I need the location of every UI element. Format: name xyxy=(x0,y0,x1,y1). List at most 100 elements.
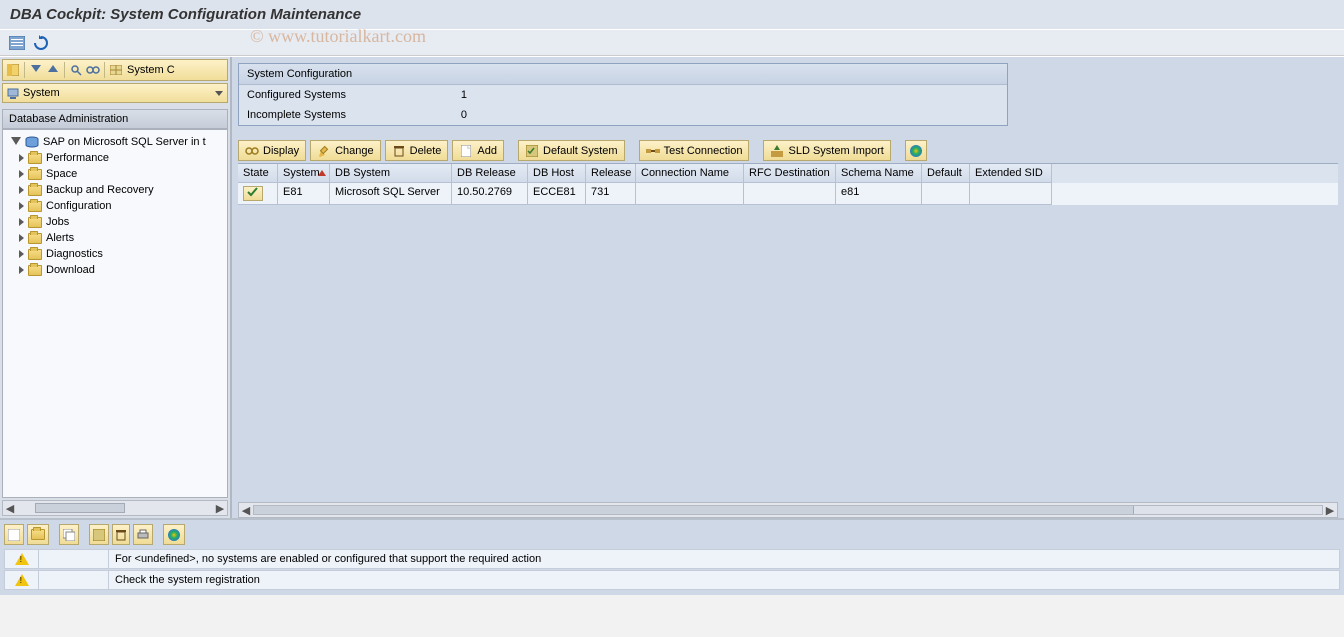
configured-systems-label: Configured Systems xyxy=(247,89,417,101)
table-row[interactable]: E81Microsoft SQL Server10.50.2769ECCE817… xyxy=(238,183,1338,205)
message-toolbar xyxy=(4,524,1340,545)
tree-item-label: Download xyxy=(46,264,95,276)
tree-item[interactable]: Configuration xyxy=(7,198,223,214)
tree-item[interactable]: Jobs xyxy=(7,214,223,230)
tree-item[interactable]: Download xyxy=(7,262,223,278)
expand-arrow-icon xyxy=(19,218,24,226)
filter-down-icon[interactable] xyxy=(28,62,44,78)
refresh-icon[interactable] xyxy=(32,34,50,52)
cell: E81 xyxy=(278,183,330,205)
tree-item-label: Configuration xyxy=(46,200,111,212)
change-button-label: Change xyxy=(335,145,374,157)
configured-systems-value: 1 xyxy=(427,89,467,101)
layout-icon[interactable] xyxy=(5,62,21,78)
tree-item[interactable]: Alerts xyxy=(7,230,223,246)
folder-icon xyxy=(28,265,42,276)
connection-icon xyxy=(646,144,660,158)
action-bar: Display Change Delete Add Default System xyxy=(238,140,1338,161)
panel-header-db-admin: Database Administration xyxy=(2,109,228,129)
tree-item-label: Alerts xyxy=(46,232,74,244)
msg-copy-icon[interactable] xyxy=(59,524,79,545)
sld-import-button-label: SLD System Import xyxy=(788,145,883,157)
tree-item-label: Diagnostics xyxy=(46,248,103,260)
delete-button-label: Delete xyxy=(410,145,442,157)
msg-spacer xyxy=(39,550,109,568)
col-connection[interactable]: Connection Name xyxy=(636,164,744,183)
page-title: DBA Cockpit: System Configuration Mainte… xyxy=(0,0,1344,30)
msg-export-icon[interactable] xyxy=(89,524,109,545)
find-icon[interactable] xyxy=(68,62,84,78)
incomplete-systems-label: Incomplete Systems xyxy=(247,109,417,121)
table-icon[interactable] xyxy=(108,62,124,78)
msg-spacer xyxy=(39,571,109,589)
document-icon xyxy=(459,144,473,158)
trash-icon xyxy=(392,144,406,158)
tree-item-label: Backup and Recovery xyxy=(46,184,154,196)
pencil-icon xyxy=(317,144,331,158)
tree-item[interactable]: Space xyxy=(7,166,223,182)
right-panel: System Configuration Configured Systems … xyxy=(232,57,1344,518)
folder-icon xyxy=(28,201,42,212)
folder-icon xyxy=(28,153,42,164)
tree-item[interactable]: Backup and Recovery xyxy=(7,182,223,198)
default-system-button[interactable]: Default System xyxy=(518,140,625,161)
cell xyxy=(238,183,278,205)
cell: e81 xyxy=(836,183,922,205)
binoculars-icon[interactable] xyxy=(85,62,101,78)
left-scrollbar[interactable]: ◀▶ xyxy=(2,500,228,516)
tree-item[interactable]: Performance xyxy=(7,150,223,166)
warning-icon xyxy=(5,550,39,568)
tree-root[interactable]: SAP on Microsoft SQL Server in t xyxy=(7,134,223,150)
msg-delete-icon[interactable] xyxy=(112,524,130,545)
cell xyxy=(922,183,970,205)
expand-arrow-icon xyxy=(19,250,24,258)
tree-item[interactable]: Diagnostics xyxy=(7,246,223,262)
test-connection-button[interactable]: Test Connection xyxy=(639,140,750,161)
watermark: © www.tutorialkart.com xyxy=(250,26,426,47)
system-dropdown-label: System xyxy=(23,87,60,99)
filter-up-icon[interactable] xyxy=(45,62,61,78)
message-row[interactable]: Check the system registration xyxy=(4,570,1340,590)
test-connection-button-label: Test Connection xyxy=(664,145,743,157)
main-split: System C System Database Administration … xyxy=(0,56,1344,518)
tree-item-label: Space xyxy=(46,168,77,180)
col-dbrelease[interactable]: DB Release xyxy=(452,164,528,183)
expand-arrow-icon xyxy=(19,234,24,242)
display-button[interactable]: Display xyxy=(238,140,306,161)
change-button[interactable]: Change xyxy=(310,140,381,161)
app-toolbar: © www.tutorialkart.com xyxy=(0,30,1344,56)
msg-print-icon[interactable] xyxy=(133,524,153,545)
col-state[interactable]: State xyxy=(238,164,278,183)
msg-open-icon[interactable] xyxy=(27,524,49,545)
add-button-label: Add xyxy=(477,145,497,157)
menu-icon[interactable] xyxy=(8,34,26,52)
add-button[interactable]: Add xyxy=(452,140,504,161)
message-text: Check the system registration xyxy=(109,571,1339,589)
col-release[interactable]: Release xyxy=(586,164,636,183)
col-extended-sid[interactable]: Extended SID xyxy=(970,164,1052,183)
system-icon xyxy=(7,87,19,99)
col-dbsystem[interactable]: DB System xyxy=(330,164,452,183)
default-system-button-label: Default System xyxy=(543,145,618,157)
col-dbhost[interactable]: DB Host xyxy=(528,164,586,183)
col-rfc[interactable]: RFC Destination xyxy=(744,164,836,183)
msg-new-icon[interactable] xyxy=(4,524,24,545)
tree-toolbar: System C xyxy=(2,59,228,81)
nav-tree: SAP on Microsoft SQL Server in t Perform… xyxy=(2,129,228,498)
cell xyxy=(636,183,744,205)
cell: Microsoft SQL Server xyxy=(330,183,452,205)
sld-import-button[interactable]: SLD System Import xyxy=(763,140,890,161)
msg-legend-icon[interactable] xyxy=(163,524,185,545)
col-system[interactable]: System xyxy=(278,164,330,183)
col-schema[interactable]: Schema Name xyxy=(836,164,922,183)
delete-button[interactable]: Delete xyxy=(385,140,449,161)
cell: 10.50.2769 xyxy=(452,183,528,205)
system-config-box: System Configuration Configured Systems … xyxy=(238,63,1008,126)
folder-icon xyxy=(28,249,42,260)
system-dropdown[interactable]: System xyxy=(2,83,228,103)
col-default[interactable]: Default xyxy=(922,164,970,183)
systems-grid: State System DB System DB Release DB Hos… xyxy=(238,163,1338,205)
content-scrollbar[interactable]: ◀ ▶ xyxy=(238,502,1338,518)
legend-button[interactable] xyxy=(905,140,927,161)
message-row[interactable]: For <undefined>, no systems are enabled … xyxy=(4,549,1340,569)
